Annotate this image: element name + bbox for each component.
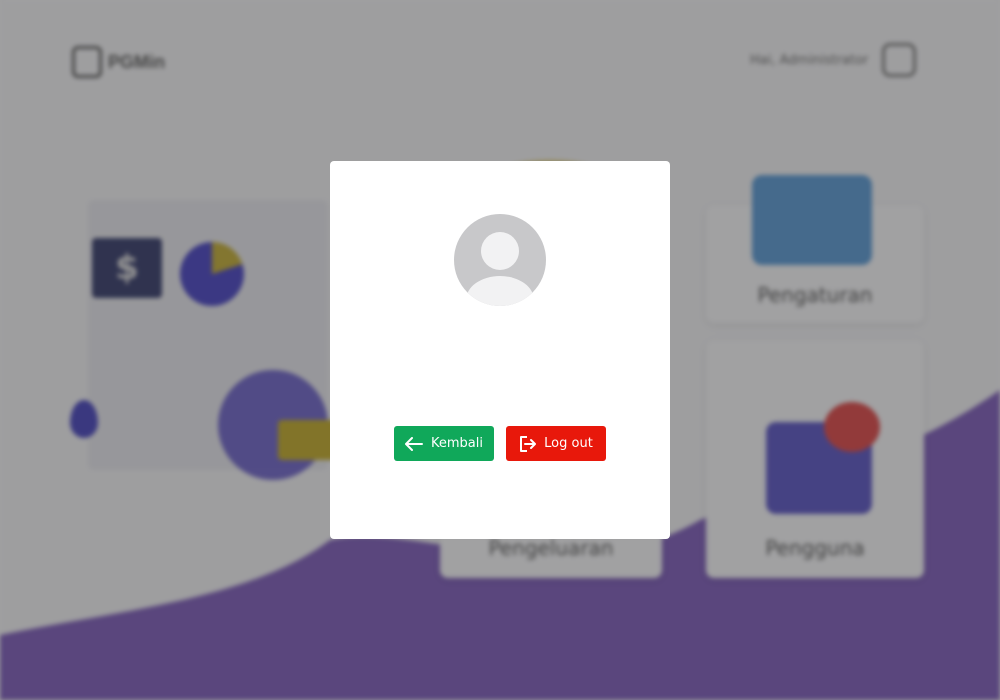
avatar-head xyxy=(481,232,519,270)
user-avatar-icon xyxy=(454,214,546,306)
avatar-body xyxy=(466,276,534,306)
logout-modal: Kembali Log out xyxy=(330,161,670,539)
back-button-label: Kembali xyxy=(431,436,483,451)
logout-icon xyxy=(519,435,537,452)
arrow-left-icon xyxy=(405,436,423,451)
back-button[interactable]: Kembali xyxy=(394,426,494,461)
logout-button-label: Log out xyxy=(544,436,593,451)
logout-button[interactable]: Log out xyxy=(506,426,606,461)
